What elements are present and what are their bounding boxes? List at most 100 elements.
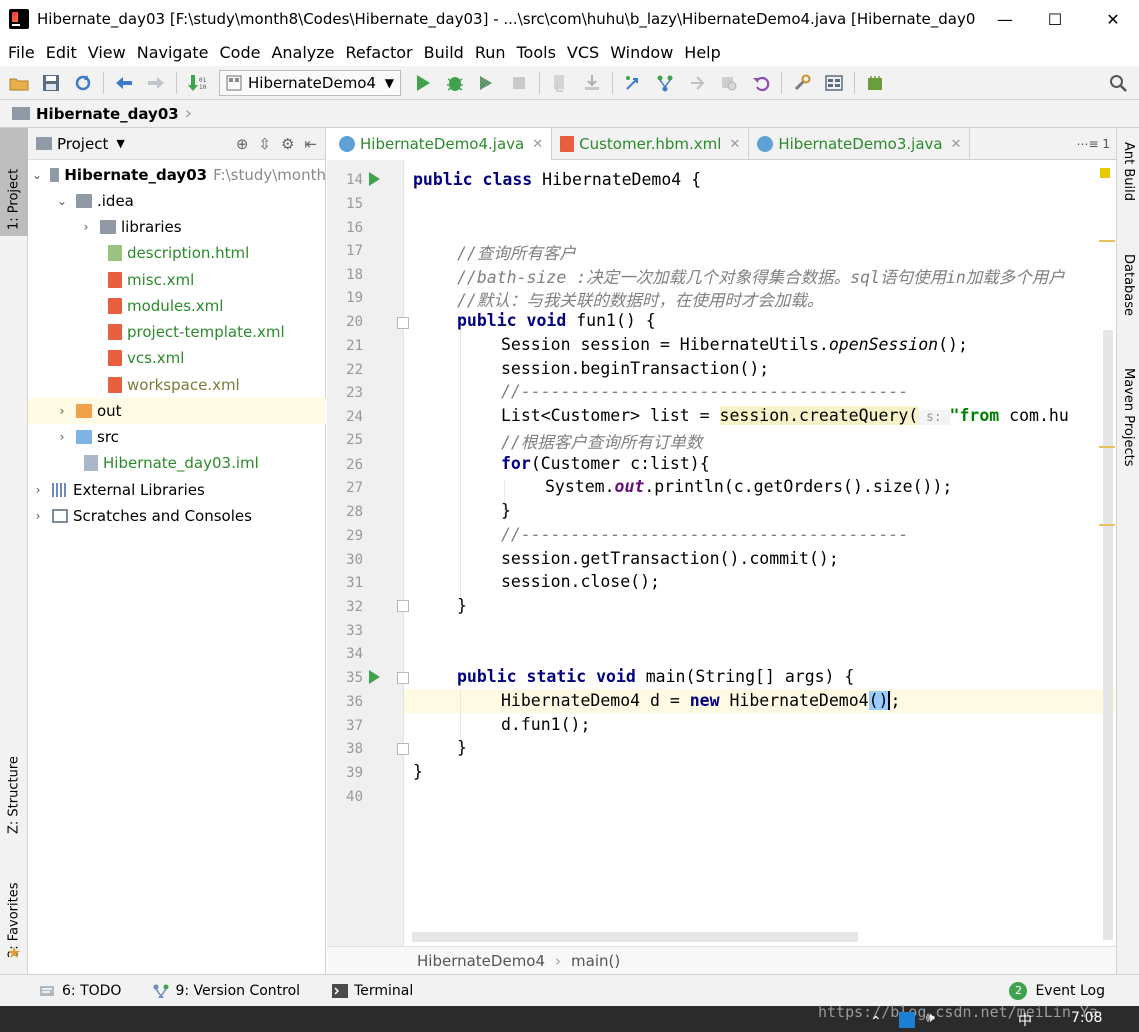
build-project-icon[interactable]: 01 10 xyxy=(184,70,210,96)
horizontal-scrollbar[interactable] xyxy=(412,932,858,942)
fold-marker-icon[interactable] xyxy=(397,672,409,684)
tree-item-out[interactable]: › out xyxy=(28,398,326,424)
tab-database[interactable]: Database xyxy=(1117,250,1139,354)
menu-file[interactable]: File xyxy=(4,43,42,62)
tab-list-menu[interactable]: ⋯≡ 1 xyxy=(1076,128,1110,159)
tab-customer-hbm[interactable]: Customer.hbm.xml ✕ xyxy=(552,128,750,160)
tree-item-vcs[interactable]: vcs.xml xyxy=(28,345,326,371)
minimize-button[interactable]: — xyxy=(979,0,1031,38)
event-log-button[interactable]: 2 Event Log xyxy=(1009,981,1105,1000)
gear-icon[interactable]: ⚙ xyxy=(281,135,294,153)
project-structure-icon[interactable] xyxy=(821,70,847,96)
fold-marker-icon[interactable] xyxy=(397,600,409,612)
run-class-gutter-icon[interactable] xyxy=(369,172,380,186)
chevron-down-icon[interactable]: ▼ xyxy=(116,137,124,150)
code-editor[interactable]: 14 15 16 17 18 19 20 21 22 23 24 25 26 2… xyxy=(327,160,1116,946)
breadcrumb-class[interactable]: HibernateDemo4 xyxy=(417,952,545,970)
project-panel-title[interactable]: Project xyxy=(57,135,108,153)
volume-icon[interactable]: 🕪 xyxy=(926,1010,935,1026)
menu-tools[interactable]: Tools xyxy=(513,43,563,62)
keyword: public void xyxy=(457,311,567,330)
close-window-button[interactable]: ✕ xyxy=(1087,0,1139,38)
locate-file-icon[interactable]: ⊕ xyxy=(236,135,249,153)
maximize-button[interactable]: ☐ xyxy=(1029,0,1081,38)
tree-item-external-libraries[interactable]: › External Libraries xyxy=(28,477,326,503)
version-control-label: 9: Version Control xyxy=(175,982,301,999)
open-folder-icon[interactable] xyxy=(6,70,32,96)
tree-item-modules[interactable]: modules.xml xyxy=(28,293,326,319)
menu-navigate[interactable]: Navigate xyxy=(133,43,216,62)
tree-item-idea[interactable]: ⌄ .idea xyxy=(28,188,326,214)
settings-wrench-icon[interactable] xyxy=(789,70,815,96)
vcs-update-icon[interactable] xyxy=(547,70,573,96)
tab-maven-projects[interactable]: Maven Projects xyxy=(1117,364,1139,494)
revert-icon[interactable] xyxy=(748,70,774,96)
warning-stripe[interactable] xyxy=(1099,524,1115,526)
forward-arrow-icon[interactable] xyxy=(143,70,169,96)
tree-item-misc[interactable]: misc.xml xyxy=(28,267,326,293)
tab-project-tool[interactable]: 1: Project xyxy=(0,128,28,236)
run-icon[interactable] xyxy=(410,70,436,96)
warning-stripe[interactable] xyxy=(1099,240,1115,242)
menu-refactor[interactable]: Refactor xyxy=(342,43,420,62)
tree-item-src[interactable]: › src xyxy=(28,424,326,450)
menu-window[interactable]: Window xyxy=(606,43,680,62)
tray-chevron-icon[interactable]: ⌃ xyxy=(870,1014,882,1030)
search-everywhere-icon[interactable] xyxy=(1105,70,1131,96)
tab-ant-build[interactable]: Ant Build xyxy=(1117,138,1139,238)
save-icon[interactable] xyxy=(38,70,64,96)
warning-stripe[interactable] xyxy=(1099,446,1115,448)
tree-item-description[interactable]: description.html xyxy=(28,240,326,266)
menu-build[interactable]: Build xyxy=(420,43,471,62)
terminal-button[interactable]: Terminal xyxy=(332,983,413,999)
sync-icon[interactable] xyxy=(70,70,96,96)
sdk-manager-icon[interactable] xyxy=(862,70,888,96)
run-with-coverage-icon[interactable] xyxy=(474,70,500,96)
close-icon[interactable]: ✕ xyxy=(532,137,543,152)
menu-edit[interactable]: Edit xyxy=(42,43,84,62)
run-configuration-select[interactable]: HibernateDemo4 ▼ xyxy=(219,69,401,96)
run-main-gutter-icon[interactable] xyxy=(369,670,380,684)
stop-icon[interactable] xyxy=(506,70,532,96)
fold-marker-icon[interactable] xyxy=(397,317,409,329)
menu-code[interactable]: Code xyxy=(216,43,268,62)
vcs-branches-icon[interactable] xyxy=(652,70,678,96)
tree-root[interactable]: ⌄ Hibernate_day03 F:\study\month xyxy=(28,162,326,188)
input-method-icon[interactable]: 中 xyxy=(1018,1010,1032,1030)
todo-button[interactable]: 6: TODO xyxy=(40,983,121,999)
hide-panel-icon[interactable]: ⇤ xyxy=(304,135,317,153)
breadcrumb-method[interactable]: main() xyxy=(571,952,620,970)
tree-item-project-template[interactable]: project-template.xml xyxy=(28,319,326,345)
vcs-push-icon[interactable] xyxy=(620,70,646,96)
tray-app-icon[interactable] xyxy=(899,1012,915,1028)
close-icon[interactable]: ✕ xyxy=(951,137,962,152)
analysis-status-icon[interactable] xyxy=(1100,168,1110,178)
menu-help[interactable]: Help xyxy=(680,43,727,62)
tree-item-scratches[interactable]: › Scratches and Consoles xyxy=(28,503,326,529)
menu-view[interactable]: View xyxy=(84,43,133,62)
vertical-scrollbar[interactable] xyxy=(1103,330,1113,940)
menu-run[interactable]: Run xyxy=(471,43,513,62)
tab-structure-tool[interactable]: Z: Structure xyxy=(0,740,28,840)
tree-item-workspace[interactable]: workspace.xml xyxy=(28,372,326,398)
tab-hibernatedemo3[interactable]: HibernateDemo3.java ✕ xyxy=(749,128,971,160)
collapse-all-icon[interactable]: ⇳ xyxy=(258,135,271,153)
debug-icon[interactable] xyxy=(442,70,468,96)
menu-analyze[interactable]: Analyze xyxy=(267,43,341,62)
fold-marker-icon[interactable] xyxy=(397,743,409,755)
line-number: 26 xyxy=(346,457,363,473)
navbar-project[interactable]: Hibernate_day03 xyxy=(36,105,179,123)
tab-hibernatedemo4[interactable]: HibernateDemo4.java ✕ xyxy=(327,128,553,160)
vcs-commit-icon[interactable] xyxy=(579,70,605,96)
vcs-merge-icon[interactable] xyxy=(684,70,710,96)
back-arrow-icon[interactable] xyxy=(111,70,137,96)
line-number: 19 xyxy=(346,290,363,306)
close-icon[interactable]: ✕ xyxy=(729,137,740,152)
menu-vcs[interactable]: VCS xyxy=(563,43,606,62)
tree-item-libraries[interactable]: › libraries xyxy=(28,214,326,240)
vcs-shelve-icon[interactable] xyxy=(716,70,742,96)
version-control-button[interactable]: 9: Version Control xyxy=(153,983,300,999)
parameter-hint: s: xyxy=(918,410,950,425)
tree-item-iml[interactable]: Hibernate_day03.iml xyxy=(28,450,326,476)
structure-tool-label: Z: Structure xyxy=(6,756,22,834)
